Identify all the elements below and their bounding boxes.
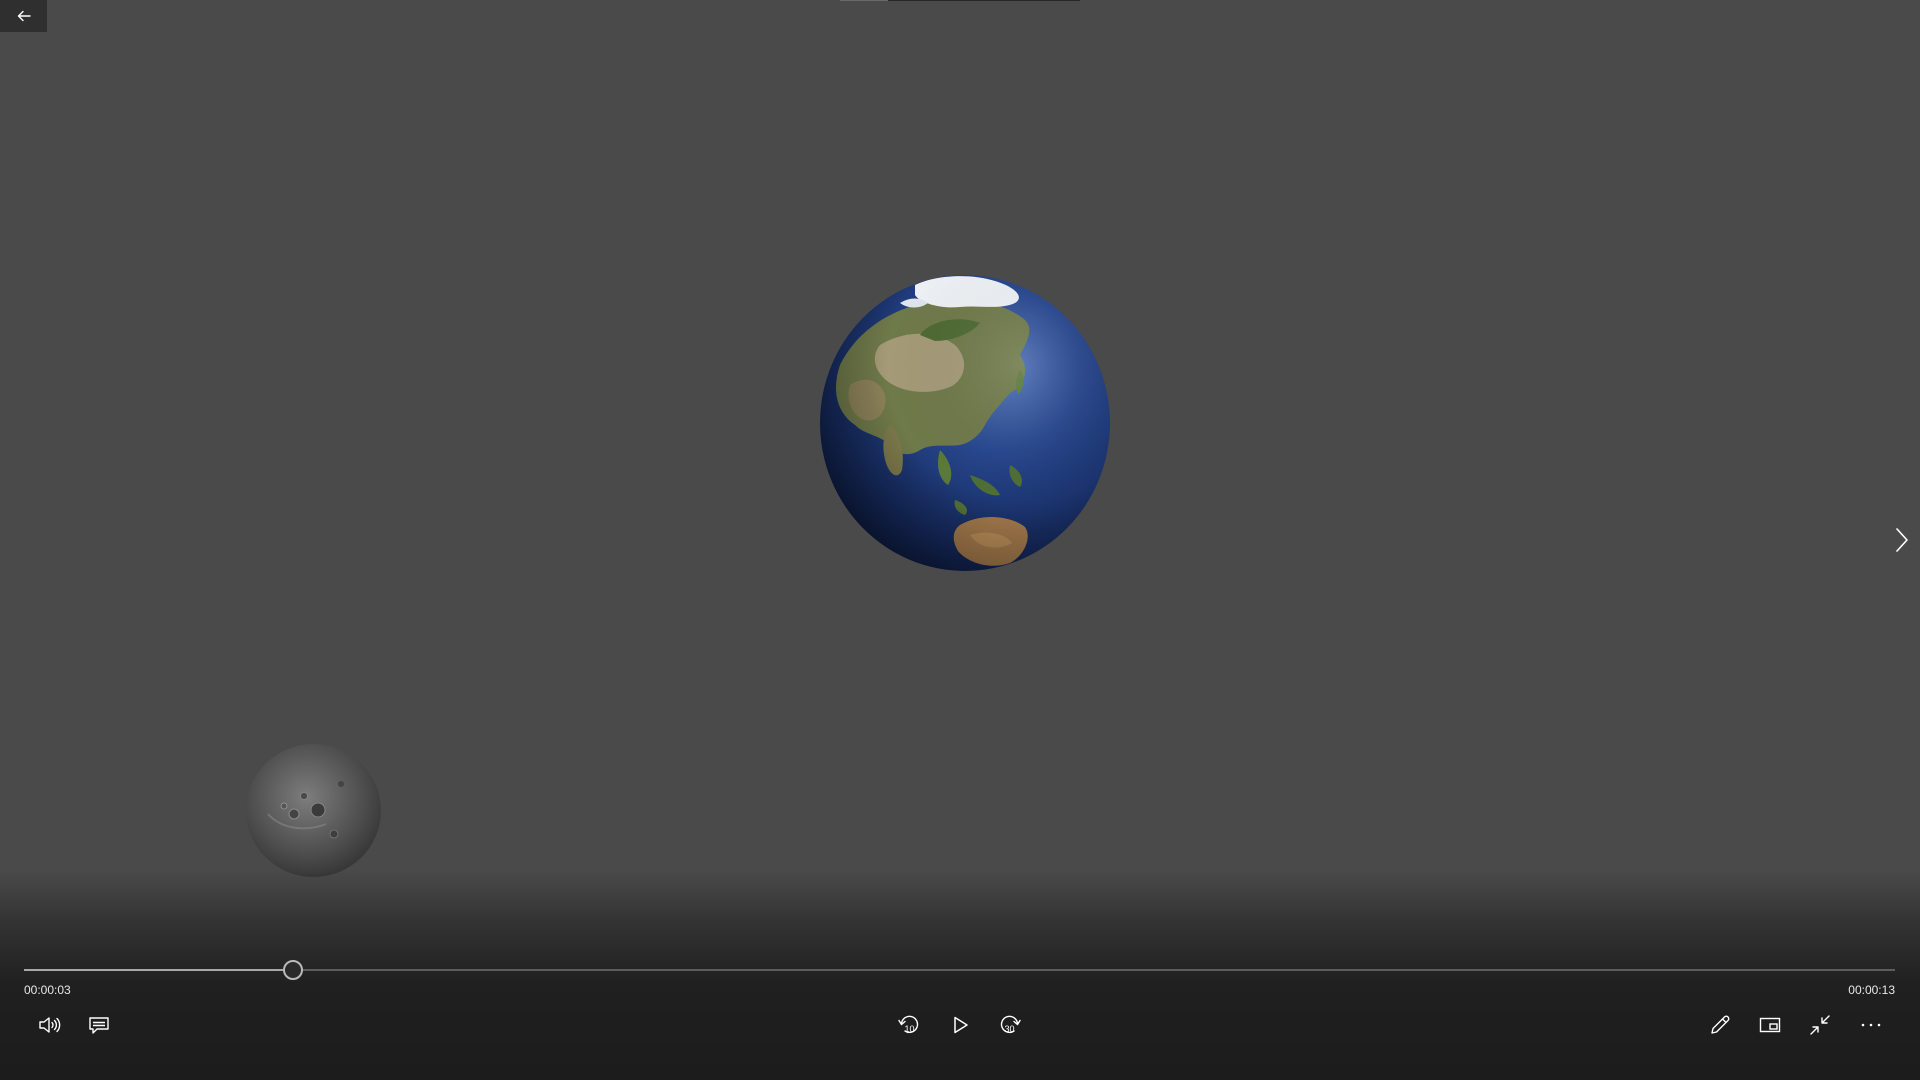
svg-text:10: 10 (904, 1024, 914, 1034)
skip-forward-button[interactable]: 30 (990, 1005, 1030, 1045)
total-time: 00:00:13 (1848, 983, 1895, 997)
subtitles-icon (89, 1017, 109, 1034)
back-button[interactable] (0, 0, 47, 32)
seek-bar[interactable] (24, 960, 1895, 980)
chevron-right-icon (1896, 528, 1908, 552)
seek-thumb[interactable] (282, 960, 303, 980)
edit-pencil-icon (1711, 1015, 1730, 1034)
skip-forward-30-icon: 30 (1000, 1015, 1021, 1034)
mini-view-icon (1759, 1017, 1781, 1033)
edit-button[interactable] (1700, 1005, 1740, 1045)
play-icon (954, 1016, 968, 1034)
current-time: 00:00:03 (24, 983, 71, 997)
more-options-icon (1861, 1023, 1881, 1027)
seek-progress (24, 969, 293, 971)
svg-text:30: 30 (1004, 1024, 1014, 1034)
video-player: 00:00:03 00:00:13 10 30 (0, 0, 1920, 1080)
more-options-button[interactable] (1851, 1005, 1891, 1045)
play-button[interactable] (940, 1005, 980, 1045)
next-button[interactable] (1888, 524, 1916, 556)
back-arrow-icon (17, 10, 31, 22)
earth-globe (820, 275, 1110, 571)
loading-indicator-track (888, 0, 1080, 1)
subtitles-button[interactable] (79, 1005, 119, 1045)
exit-fullscreen-button[interactable] (1800, 1005, 1840, 1045)
loading-indicator (840, 0, 888, 1)
volume-button[interactable] (29, 1005, 69, 1045)
skip-back-button[interactable]: 10 (889, 1005, 929, 1045)
moon (246, 744, 381, 877)
volume-icon (39, 1017, 61, 1033)
skip-back-10-icon: 10 (898, 1015, 919, 1034)
exit-fullscreen-icon (1810, 1015, 1830, 1035)
mini-view-button[interactable] (1750, 1005, 1790, 1045)
